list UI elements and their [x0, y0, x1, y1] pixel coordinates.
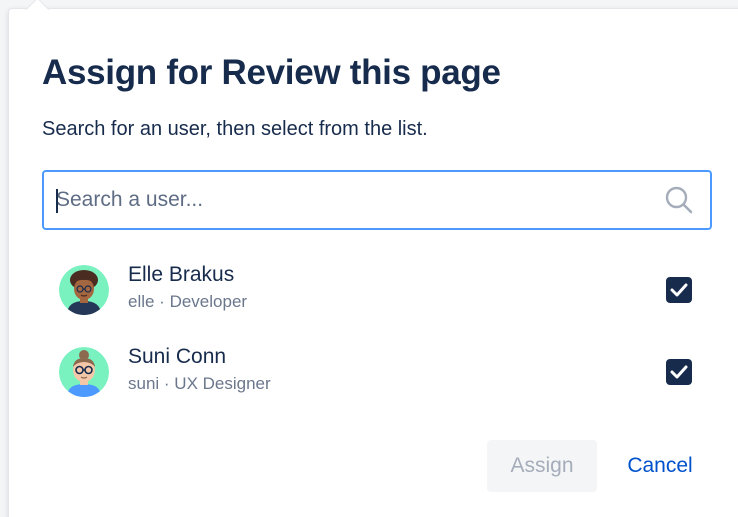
user-select-checkbox[interactable] [666, 359, 692, 385]
user-name: Elle Brakus [128, 263, 235, 286]
assign-button[interactable]: Assign [487, 440, 597, 492]
checkmark-icon [670, 283, 688, 297]
dialog-instruction: Search for an user, then select from the… [42, 118, 428, 140]
elle-avatar [59, 265, 109, 315]
user-meta: suni · UX Designer [128, 374, 271, 393]
user-select-checkbox[interactable] [666, 277, 692, 303]
user-row-suni[interactable]: Suni Conn suni · UX Designer [49, 341, 704, 403]
search-field[interactable] [42, 170, 712, 230]
cancel-button[interactable]: Cancel [610, 440, 710, 492]
checkmark-icon [670, 365, 688, 379]
page: Assign for Review this page Search for a… [0, 0, 738, 517]
search-input[interactable] [56, 172, 656, 228]
text-caret [56, 189, 58, 213]
search-icon[interactable] [664, 185, 694, 215]
dialog-pointer [25, 0, 50, 22]
dialog-title: Assign for Review this page [42, 53, 501, 92]
user-name: Suni Conn [128, 345, 227, 368]
user-row-elle[interactable]: Elle Brakus elle · Developer [49, 259, 704, 321]
user-meta: elle · Developer [128, 292, 248, 311]
suni-avatar [59, 347, 109, 397]
assign-review-dialog: Assign for Review this page Search for a… [8, 0, 738, 517]
